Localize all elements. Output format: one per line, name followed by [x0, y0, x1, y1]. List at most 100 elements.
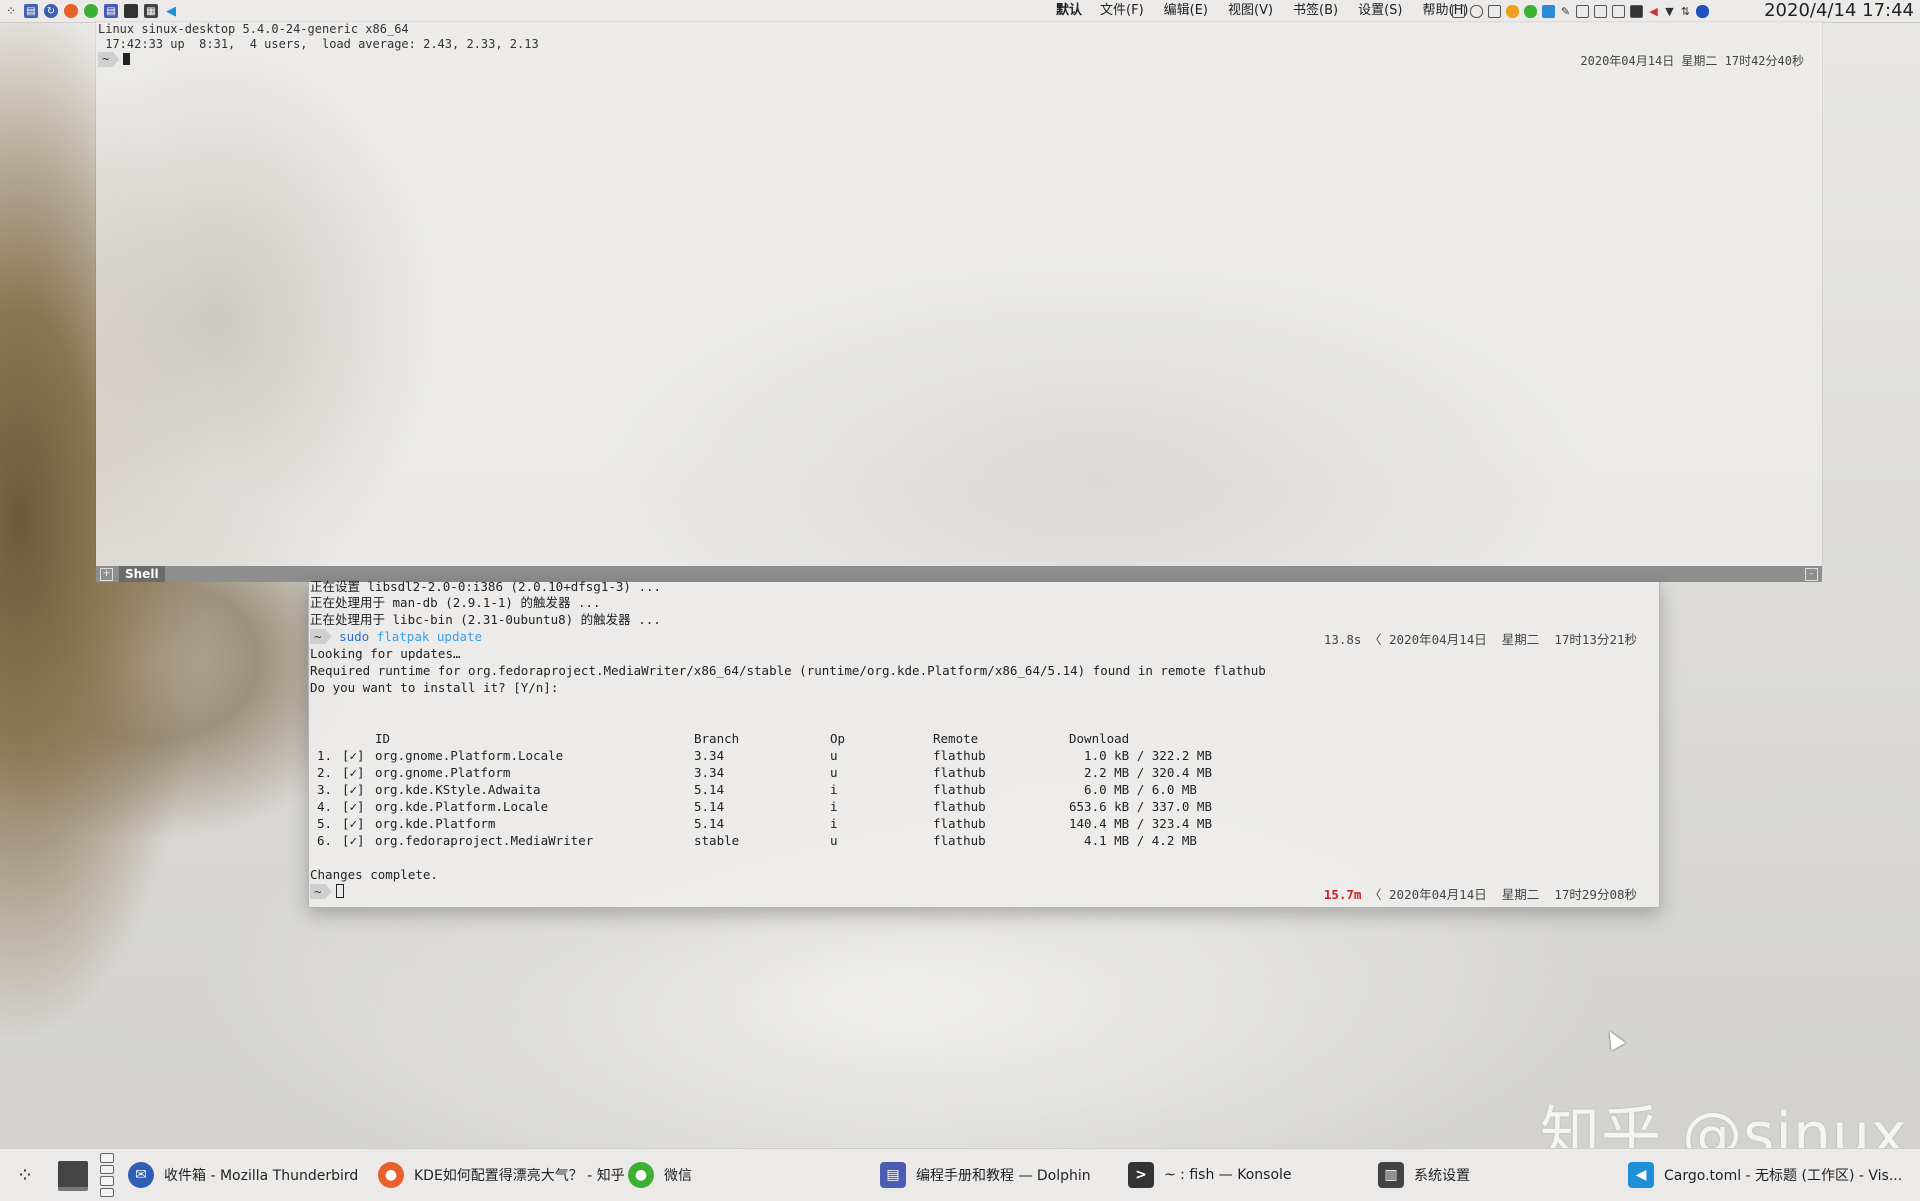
tray-volume-icon[interactable]: ◀ [1648, 6, 1659, 17]
terminal-cursor [123, 53, 131, 65]
row-download: 653.6 kB / 337.0 MB [1069, 799, 1212, 814]
tray-status-icon[interactable] [1696, 4, 1709, 18]
menu-default[interactable]: 默认 [1046, 0, 1090, 22]
row-number: 4. [317, 799, 333, 814]
launcher-bar: ⁘ ▤ ↻ ▤ ▦ ◀ [0, 4, 178, 19]
task-thunderbird[interactable]: ✉ 收件箱 - Mozilla Thunderbird [128, 1149, 358, 1201]
menu-view[interactable]: 视图(V) [1218, 0, 1283, 22]
tray-weather-icon[interactable] [1506, 4, 1519, 18]
row-download: 2.2 MB / 320.4 MB [1069, 765, 1212, 780]
command-sudo: sudo [339, 629, 370, 644]
output-line: Do you want to install it? [Y/n]: [310, 680, 559, 695]
menu-settings[interactable]: 设置(S) [1348, 0, 1412, 22]
row-id: org.gnome.Platform [375, 765, 511, 780]
row-branch: 5.14 [694, 799, 725, 814]
vscode-icon[interactable]: ◀ [164, 4, 178, 19]
row-checkbox: [✓] [342, 782, 365, 797]
task-vscode[interactable]: ◀ Cargo.toml - 无标题 (工作区) - Vis... [1628, 1149, 1902, 1201]
row-branch: 5.14 [694, 782, 725, 797]
output-line: Changes complete. [310, 867, 438, 882]
konsole-window[interactable]: 正在设置 libsdl2-2.0-0:i386 (2.0.10+dfsg1-3)… [308, 579, 1660, 908]
terminal-cursor [335, 884, 344, 898]
system-tray: ✎ ◀ ▼ ⇅ [1452, 0, 1709, 22]
row-id: org.fedoraproject.MediaWriter [375, 833, 594, 848]
command-timing: 13.8s 〈 2020年04月14日 星期二 17时13分21秒 [1323, 632, 1637, 647]
row-download: 6.0 MB / 6.0 MB [1069, 782, 1197, 797]
add-tab-button[interactable]: + [100, 567, 113, 581]
tray-vault-icon[interactable] [1576, 4, 1589, 18]
tray-display-icon[interactable] [1612, 4, 1625, 18]
row-checkbox: [✓] [342, 765, 365, 780]
tray-storage-icon[interactable] [1594, 4, 1607, 18]
tab-shell[interactable]: Shell [119, 566, 165, 582]
prompt-badge: ~ [98, 52, 119, 67]
vscode-icon: ◀ [1628, 1162, 1654, 1188]
row-id: org.kde.Platform.Locale [375, 799, 549, 814]
tray-wechat-icon[interactable] [1524, 4, 1537, 18]
task-label: 系统设置 [1414, 1168, 1470, 1184]
task-dolphin[interactable]: ▤ 编程手册和教程 — Dolphin [880, 1149, 1091, 1201]
kde-start-icon[interactable]: ⁘ [4, 4, 18, 18]
virtual-desktop-pager[interactable] [100, 1153, 114, 1197]
tray-battery-icon[interactable] [1630, 4, 1643, 18]
notes-icon[interactable]: ▤ [104, 4, 118, 18]
command-datetime: 2020年04月14日 星期二 17时29分08秒 [1389, 887, 1637, 902]
row-remote: flathub [933, 833, 986, 848]
table-header-branch: Branch [694, 731, 740, 746]
task-wechat[interactable]: ● 微信 [628, 1149, 692, 1201]
command-datetime: 2020年04月14日 星期二 17时13分21秒 [1389, 632, 1637, 647]
task-konsole[interactable]: > ~ : fish — Konsole [1128, 1149, 1292, 1201]
tray-app-icon[interactable] [1542, 4, 1555, 18]
prompt-line: ~ [310, 884, 344, 899]
tray-network-icon[interactable]: ⇅ [1680, 6, 1691, 17]
row-remote: flathub [933, 799, 986, 814]
menu-file[interactable]: 文件(F) [1090, 0, 1154, 22]
menu-edit[interactable]: 编辑(E) [1154, 0, 1218, 22]
row-download: 4.1 MB / 4.2 MB [1069, 833, 1197, 848]
tray-kdeconnect-icon[interactable]: ✎ [1560, 6, 1571, 17]
thunderbird-icon: ✉ [128, 1162, 154, 1188]
menu-bookmarks[interactable]: 书签(B) [1283, 0, 1348, 22]
tray-notes-icon[interactable] [1488, 4, 1501, 18]
row-checkbox: [✓] [342, 833, 365, 848]
command-line: ~ sudo flatpak update [310, 629, 482, 644]
show-desktop-icon[interactable] [58, 1161, 88, 1191]
row-number: 6. [317, 833, 333, 848]
output-line: Looking for updates… [310, 646, 461, 661]
calculator-icon[interactable]: ▦ [144, 4, 158, 18]
konsole-icon: > [1128, 1162, 1154, 1188]
row-remote: flathub [933, 816, 986, 831]
row-branch: 3.34 [694, 748, 725, 763]
command-timing: 15.7m 〈 2020年04月14日 星期二 17时29分08秒 [1323, 887, 1637, 902]
sync-icon[interactable]: ↻ [44, 4, 58, 18]
tray-brightness-icon[interactable] [1470, 4, 1483, 18]
digital-clock[interactable]: 2020/4/14 17:44 [1764, 0, 1914, 22]
system-settings-icon: ▥ [1378, 1162, 1404, 1188]
task-system-settings[interactable]: ▥ 系统设置 [1378, 1149, 1470, 1201]
terminal-icon[interactable] [124, 4, 138, 18]
prompt-line: ~ [98, 52, 131, 67]
close-session-button[interactable]: – [1805, 568, 1818, 581]
taskbar: ⁘ ✉ 收件箱 - Mozilla Thunderbird ● KDE如何配置得… [0, 1148, 1920, 1201]
blur-backdrop [96, 22, 1822, 566]
wechat-icon[interactable] [84, 4, 98, 18]
dropdown-terminal[interactable]: Linux sinux-desktop 5.4.0-24-generic x86… [96, 22, 1822, 566]
top-panel: ⁘ ▤ ↻ ▤ ▦ ◀ 默认 文件(F) 编辑(E) 视图(V) 书签(B) 设… [0, 0, 1920, 23]
task-firefox[interactable]: ● KDE如何配置得漂亮大气？ - 知乎 ... [378, 1149, 643, 1201]
window-list-icon[interactable]: ▤ [24, 4, 38, 18]
row-download: 1.0 kB / 322.2 MB [1069, 748, 1212, 763]
row-op: u [830, 765, 838, 780]
tray-expand-icon[interactable]: ▼ [1664, 6, 1675, 17]
row-op: u [830, 833, 838, 848]
row-branch: stable [694, 833, 740, 848]
task-label: 收件箱 - Mozilla Thunderbird [164, 1168, 359, 1184]
firefox-icon[interactable] [64, 4, 78, 18]
table-header-id: ID [375, 731, 391, 746]
row-branch: 3.34 [694, 765, 725, 780]
tray-clipboard-icon[interactable] [1452, 4, 1465, 18]
elapsed-time: 15.7m [1323, 887, 1362, 902]
global-menu: 默认 文件(F) 编辑(E) 视图(V) 书签(B) 设置(S) 帮助(H) [1046, 0, 1478, 22]
application-launcher-icon[interactable]: ⁘ [12, 1163, 38, 1187]
output-line: Required runtime for org.fedoraproject.M… [310, 663, 1266, 678]
uptime-line: 17:42:33 up 8:31, 4 users, load average:… [98, 37, 539, 51]
